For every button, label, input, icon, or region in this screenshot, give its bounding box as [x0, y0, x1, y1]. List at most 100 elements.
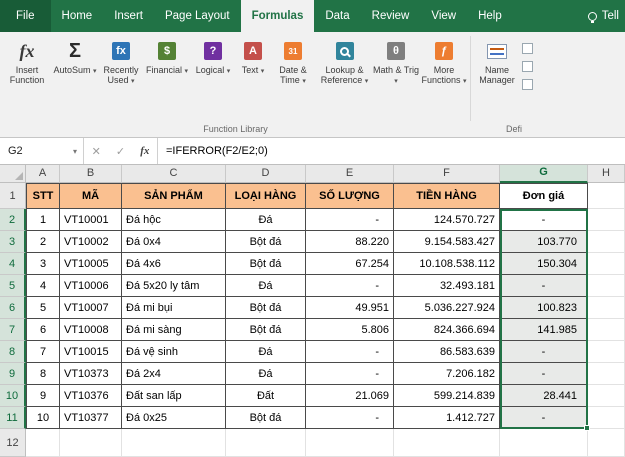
name-box-dropdown-icon[interactable]: ▾	[73, 147, 83, 156]
cell-A7[interactable]: 6	[26, 319, 60, 341]
cell-E3[interactable]: 88.220	[306, 231, 394, 253]
cell-C3[interactable]: Đá 0x4	[122, 231, 226, 253]
cell-E9[interactable]: -	[306, 363, 394, 385]
row-header-2[interactable]: 2	[0, 209, 26, 231]
tab-home[interactable]: Home	[51, 0, 104, 32]
col-header-A[interactable]: A	[26, 165, 60, 183]
cell-G12[interactable]	[500, 429, 588, 457]
cell-C12[interactable]	[122, 429, 226, 457]
row-header-5[interactable]: 5	[0, 275, 26, 297]
cell-B11[interactable]: VT10377	[60, 407, 122, 429]
cell-E2[interactable]: -	[306, 209, 394, 231]
cell-D9[interactable]: Đá	[226, 363, 306, 385]
cell-F11[interactable]: 1.412.727	[394, 407, 500, 429]
cell-H9[interactable]	[588, 363, 625, 385]
select-all-corner[interactable]	[0, 165, 26, 183]
cell-B10[interactable]: VT10376	[60, 385, 122, 407]
logical-button[interactable]: ? Logical ▾	[190, 32, 236, 122]
cell-A9[interactable]: 8	[26, 363, 60, 385]
row-header-3[interactable]: 3	[0, 231, 26, 253]
date-time-button[interactable]: 31 Date & Time ▾	[270, 32, 316, 122]
cell-H5[interactable]	[588, 275, 625, 297]
cell-E6[interactable]: 49.951	[306, 297, 394, 319]
cell-F12[interactable]	[394, 429, 500, 457]
tab-help[interactable]: Help	[467, 0, 513, 32]
row-header-4[interactable]: 4	[0, 253, 26, 275]
cell-E11[interactable]: -	[306, 407, 394, 429]
cell-H1[interactable]	[588, 183, 625, 209]
tab-page-layout[interactable]: Page Layout	[154, 0, 241, 32]
insert-function-fx-button[interactable]: fx	[140, 145, 149, 157]
row-header-1[interactable]: 1	[0, 183, 26, 209]
cell-H2[interactable]	[588, 209, 625, 231]
tab-insert[interactable]: Insert	[103, 0, 154, 32]
row-header-9[interactable]: 9	[0, 363, 26, 385]
formula-input[interactable]: =IFERROR(F2/E2;0)	[158, 138, 625, 164]
cell-B4[interactable]: VT10005	[60, 253, 122, 275]
cell-B5[interactable]: VT10006	[60, 275, 122, 297]
cell-A3[interactable]: 2	[26, 231, 60, 253]
col-header-D[interactable]: D	[226, 165, 306, 183]
col-header-G[interactable]: G	[500, 165, 588, 183]
cell-H4[interactable]	[588, 253, 625, 275]
cell-H10[interactable]	[588, 385, 625, 407]
use-in-formula-item[interactable]	[522, 60, 556, 73]
financial-button[interactable]: $ Financial ▾	[144, 32, 190, 122]
name-manager-button[interactable]: Name Manager	[472, 32, 522, 122]
cell-H6[interactable]	[588, 297, 625, 319]
tab-file[interactable]: File	[0, 0, 51, 32]
name-box[interactable]: G2 ▾	[0, 138, 84, 164]
cell-C8[interactable]: Đá vệ sinh	[122, 341, 226, 363]
cell-B7[interactable]: VT10008	[60, 319, 122, 341]
col-header-C[interactable]: C	[122, 165, 226, 183]
cell-D11[interactable]: Bột đá	[226, 407, 306, 429]
cell-D12[interactable]	[226, 429, 306, 457]
cell-C9[interactable]: Đá 2x4	[122, 363, 226, 385]
cell-C2[interactable]: Đá hộc	[122, 209, 226, 231]
tab-data[interactable]: Data	[314, 0, 360, 32]
col-header-E[interactable]: E	[306, 165, 394, 183]
fill-handle[interactable]	[584, 425, 590, 431]
cell-D7[interactable]: Bột đá	[226, 319, 306, 341]
cell-B8[interactable]: VT10015	[60, 341, 122, 363]
selection-range[interactable]	[500, 209, 588, 429]
cell-B6[interactable]: VT10007	[60, 297, 122, 319]
cell-F8[interactable]: 86.583.639	[394, 341, 500, 363]
cell-F9[interactable]: 7.206.182	[394, 363, 500, 385]
row-header-7[interactable]: 7	[0, 319, 26, 341]
cell-F5[interactable]: 32.493.181	[394, 275, 500, 297]
cell-H3[interactable]	[588, 231, 625, 253]
row-header-6[interactable]: 6	[0, 297, 26, 319]
col-header-B[interactable]: B	[60, 165, 122, 183]
cell-F6[interactable]: 5.036.227.924	[394, 297, 500, 319]
define-name-item[interactable]	[522, 42, 556, 55]
cell-A12[interactable]	[26, 429, 60, 457]
cell-F10[interactable]: 599.214.839	[394, 385, 500, 407]
cell-A4[interactable]: 3	[26, 253, 60, 275]
create-from-selection-item[interactable]	[522, 78, 556, 91]
cell-D3[interactable]: Bột đá	[226, 231, 306, 253]
cell-C7[interactable]: Đá mi sàng	[122, 319, 226, 341]
cell-A10[interactable]: 9	[26, 385, 60, 407]
recently-used-button[interactable]: fx Recently Used ▾	[98, 32, 144, 122]
col-header-H[interactable]: H	[588, 165, 625, 183]
cell-A5[interactable]: 4	[26, 275, 60, 297]
text-button[interactable]: A Text ▾	[236, 32, 270, 122]
insert-function-button[interactable]: fx Insert Function	[2, 32, 52, 122]
cell-A6[interactable]: 5	[26, 297, 60, 319]
autosum-button[interactable]: Σ AutoSum ▾	[52, 32, 98, 122]
cell-E4[interactable]: 67.254	[306, 253, 394, 275]
cell-B9[interactable]: VT10373	[60, 363, 122, 385]
cell-H8[interactable]	[588, 341, 625, 363]
cell-A8[interactable]: 7	[26, 341, 60, 363]
cell-F3[interactable]: 9.154.583.427	[394, 231, 500, 253]
cell-D10[interactable]: Đất	[226, 385, 306, 407]
row-header-8[interactable]: 8	[0, 341, 26, 363]
cell-E5[interactable]: -	[306, 275, 394, 297]
tab-formulas[interactable]: Formulas	[241, 0, 315, 32]
cell-D8[interactable]: Đá	[226, 341, 306, 363]
cell-E7[interactable]: 5.806	[306, 319, 394, 341]
cell-A2[interactable]: 1	[26, 209, 60, 231]
cell-C4[interactable]: Đá 4x6	[122, 253, 226, 275]
row-header-11[interactable]: 11	[0, 407, 26, 429]
